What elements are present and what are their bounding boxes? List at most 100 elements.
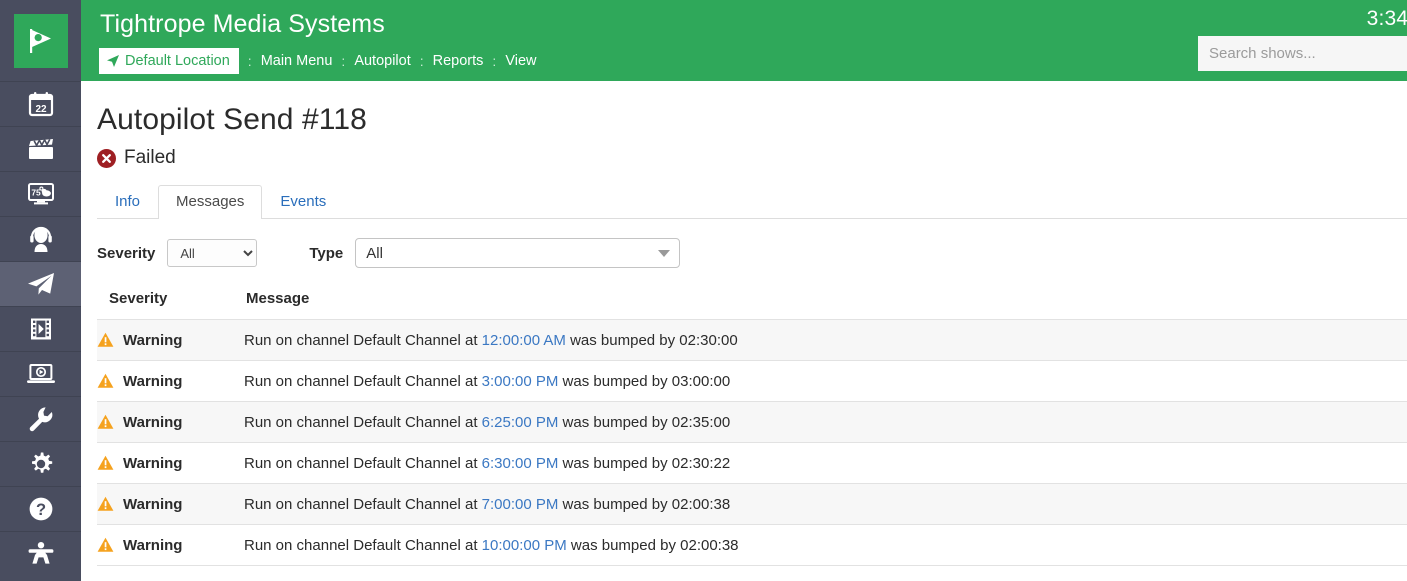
headset-user-icon: [28, 225, 54, 253]
table-row[interactable]: WarningRun on channel Default Channel at…: [97, 320, 1407, 361]
message-suffix: was bumped by 02:00:38: [558, 496, 730, 513]
table-row[interactable]: Warning Run on channel Default Channel at…: [97, 484, 1407, 525]
breadcrumb-item-main-menu[interactable]: Main Menu: [261, 53, 333, 69]
message-suffix: was bumped by 03:00:00: [558, 373, 730, 390]
laptop-play-icon: [26, 362, 56, 386]
sidebar-item-calendar[interactable]: 22: [0, 81, 81, 126]
calendar-icon: 22: [27, 90, 55, 118]
table-header-row: Severity Message: [97, 290, 1407, 320]
breadcrumb: Default Location : Main Menu : Autopilot…: [99, 48, 536, 74]
severity-label: Warning: [123, 455, 182, 472]
breadcrumb-separator: :: [483, 53, 505, 69]
breadcrumb-separator: :: [239, 53, 261, 69]
message-time-link[interactable]: 3:00:00 PM: [482, 373, 559, 390]
tab-messages[interactable]: Messages: [158, 185, 262, 219]
sidebar-item-settings[interactable]: [0, 441, 81, 486]
cell-message: Run on channel Default Channel at 7:00:0…: [244, 484, 1407, 525]
type-filter-value: All: [366, 245, 383, 262]
severity-filter-select[interactable]: All: [167, 239, 257, 267]
message-prefix: Run on channel Default Channel at: [244, 496, 482, 513]
sidebar-item-tools[interactable]: [0, 396, 81, 441]
sidebar-item-video[interactable]: [0, 306, 81, 351]
message-time-link[interactable]: 6:25:00 PM: [482, 414, 559, 431]
clapperboard-icon: [27, 136, 55, 162]
messages-table-head: Severity Message: [97, 290, 1407, 320]
messages-table-body: WarningRun on channel Default Channel at…: [97, 320, 1407, 566]
tightrope-logo[interactable]: [0, 0, 81, 81]
message-suffix: was bumped by 02:30:00: [566, 332, 738, 349]
sidebar: 22 75: [0, 0, 81, 581]
cell-severity: Warning: [97, 525, 244, 566]
messages-table: Severity Message WarningRun on channel D…: [97, 290, 1407, 566]
location-chip-label: Default Location: [125, 53, 230, 69]
tab-info[interactable]: Info: [97, 185, 158, 219]
error-circle-icon: [97, 149, 116, 168]
sidebar-item-accessibility[interactable]: [0, 531, 81, 576]
sidebar-item-support[interactable]: [0, 216, 81, 261]
table-row[interactable]: Warning Run on channel Default Channel at…: [97, 443, 1407, 484]
location-arrow-icon: [106, 54, 120, 68]
main-panel: Autopilot Send #118 Failed Info Messages…: [81, 81, 1407, 581]
cell-severity: Warning: [97, 361, 244, 402]
app-header: Tightrope Media Systems Default Location…: [81, 0, 1407, 81]
severity-label: Warning: [123, 537, 182, 554]
table-row[interactable]: Warning Run on channel Default Channel at…: [97, 361, 1407, 402]
cell-severity: Warning: [97, 320, 244, 361]
warning-triangle-icon: [97, 455, 114, 471]
message-time-link[interactable]: 10:00:00 PM: [482, 537, 567, 554]
cell-severity: Warning: [97, 443, 244, 484]
status-text: Failed: [124, 147, 176, 169]
cell-message: Run on channel Default Channel at 6:30:0…: [244, 443, 1407, 484]
severity-label: Warning: [123, 373, 182, 390]
type-filter-label: Type: [309, 245, 343, 262]
table-row[interactable]: Warning Run on channel Default Channel at…: [97, 402, 1407, 443]
message-time-link[interactable]: 6:30:00 PM: [482, 455, 559, 472]
sidebar-item-media[interactable]: [0, 126, 81, 171]
sidebar-item-help[interactable]: ?: [0, 486, 81, 531]
search-input[interactable]: [1198, 36, 1407, 71]
message-suffix: was bumped by 02:35:00: [558, 414, 730, 431]
location-chip[interactable]: Default Location: [99, 48, 239, 74]
svg-text:?: ?: [35, 501, 45, 519]
accessibility-icon: [27, 541, 55, 567]
type-filter-select[interactable]: All: [355, 238, 680, 268]
column-header-message: Message: [244, 290, 1407, 320]
cell-message: Run on channel Default Channel at 12:00:…: [244, 320, 1407, 361]
sidebar-item-weather[interactable]: 75: [0, 171, 81, 216]
sidebar-item-autopilot[interactable]: [0, 261, 81, 306]
message-prefix: Run on channel Default Channel at: [244, 332, 482, 349]
message-prefix: Run on channel Default Channel at: [244, 455, 482, 472]
sidebar-item-players[interactable]: [0, 351, 81, 396]
status-badge: Failed: [97, 147, 1407, 169]
content-area: Tightrope Media Systems Default Location…: [81, 0, 1407, 581]
table-row[interactable]: WarningRun on channel Default Channel at…: [97, 525, 1407, 566]
breadcrumb-item-reports[interactable]: Reports: [433, 53, 484, 69]
svg-text:22: 22: [35, 104, 47, 115]
paper-plane-icon: [26, 271, 56, 297]
page-title: Autopilot Send #118: [97, 81, 1407, 137]
breadcrumb-separator: :: [411, 53, 433, 69]
cell-severity: Warning: [97, 402, 244, 443]
chevron-down-icon: [658, 250, 670, 257]
brand-title: Tightrope Media Systems: [100, 10, 385, 39]
cell-message: Run on channel Default Channel at 6:25:0…: [244, 402, 1407, 443]
weather-display-icon: 75: [26, 181, 56, 207]
breadcrumb-item-view[interactable]: View: [505, 53, 536, 69]
message-time-link[interactable]: 12:00:00 AM: [482, 332, 566, 349]
severity-label: Warning: [123, 414, 182, 431]
breadcrumb-item-autopilot[interactable]: Autopilot: [354, 53, 410, 69]
warning-triangle-icon: [97, 414, 114, 430]
cell-message: Run on channel Default Channel at 3:00:0…: [244, 361, 1407, 402]
column-header-severity: Severity: [97, 290, 244, 320]
severity-filter-label: Severity: [97, 245, 155, 262]
message-suffix: was bumped by 02:30:22: [558, 455, 730, 472]
severity-label: Warning: [123, 496, 182, 513]
warning-triangle-icon: [97, 537, 114, 553]
message-suffix: was bumped by 02:00:38: [567, 537, 739, 554]
tab-events[interactable]: Events: [262, 185, 344, 219]
warning-triangle-icon: [97, 332, 114, 348]
warning-triangle-icon: [97, 496, 114, 512]
message-time-link[interactable]: 7:00:00 PM: [482, 496, 559, 513]
message-prefix: Run on channel Default Channel at: [244, 414, 482, 431]
app-root: 22 75: [0, 0, 1407, 581]
